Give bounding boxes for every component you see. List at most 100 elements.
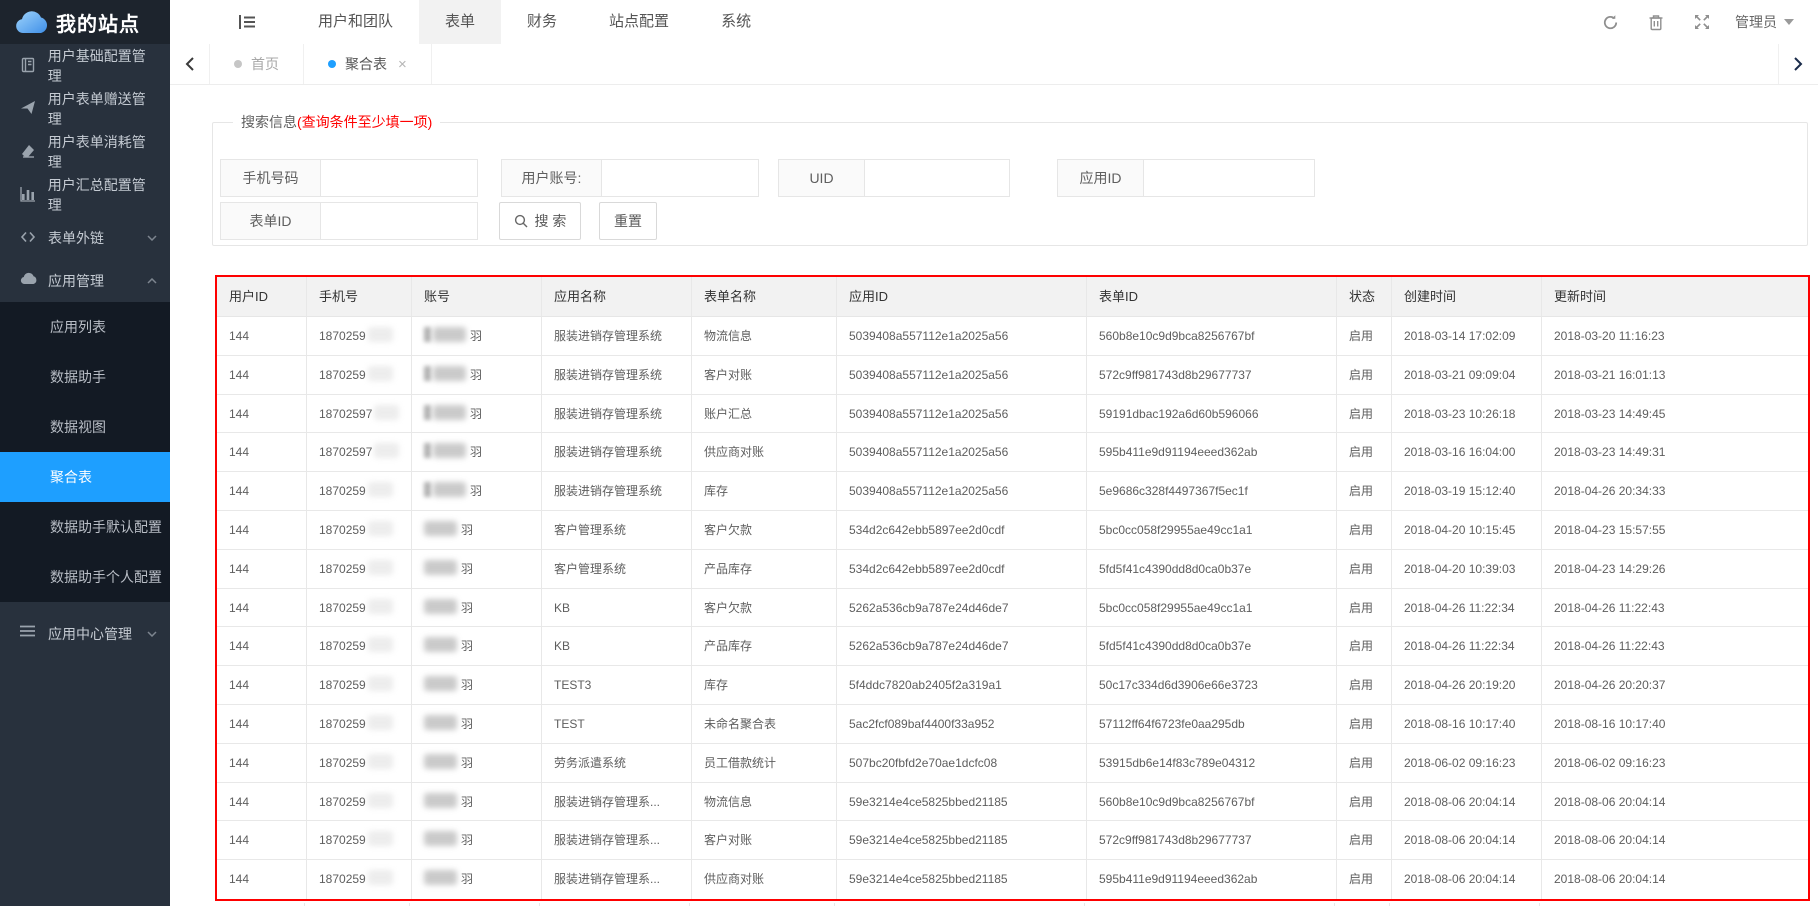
- cell-form-name: 供应商对账: [692, 860, 837, 899]
- sidebar-item-app-center-management[interactable]: 应用中心管理: [0, 612, 170, 655]
- cell-created: 2018-08-06 20:04:14: [1392, 783, 1542, 822]
- cell-app-id: 5039408a557112e1a2025a56: [837, 317, 1087, 356]
- nav-item-finance[interactable]: 财务: [501, 0, 583, 44]
- table-row: 144 1870259 羽 KB 产品库存 5262a536cb9a787e24…: [217, 627, 1808, 666]
- nav-item-system[interactable]: 系统: [695, 0, 777, 44]
- phone-redaction: [368, 831, 393, 846]
- cell-account: 羽: [412, 783, 542, 822]
- sidebar-subitem-assistant-default-config[interactable]: 数据助手默认配置: [0, 502, 170, 552]
- app-id-field-label: 应用ID: [1058, 160, 1144, 196]
- sidebar-item-label: 用户汇总配置管理: [48, 175, 158, 215]
- account-fragment: [424, 443, 431, 458]
- search-panel-title: 搜索信息(查询条件至少填一项): [233, 112, 440, 132]
- cell-form-id: 59191dbac192a6d60b596066: [1087, 395, 1337, 434]
- menu-icon: [20, 625, 37, 642]
- account-redaction: [424, 715, 457, 730]
- sidebar: 用户基础配置管理 用户表单赠送管理 用户表单消耗管理 用户汇总配置管理: [0, 44, 170, 906]
- phone-redaction: [374, 443, 399, 458]
- cell-user-id: 144: [217, 317, 307, 356]
- col-header-updated: 更新时间: [1542, 277, 1808, 317]
- phone-input[interactable]: [321, 160, 477, 196]
- phone-redaction: [368, 327, 393, 342]
- tab-home[interactable]: 首页: [210, 44, 304, 84]
- cell-account: 羽: [412, 356, 542, 395]
- cell-updated: 2018-08-06 20:04:14: [1542, 783, 1808, 822]
- account-input[interactable]: [602, 160, 758, 196]
- tabs-scroll-left-icon[interactable]: [170, 44, 210, 84]
- cell-phone: 18702597: [307, 395, 412, 434]
- cell-user-id: 144: [217, 356, 307, 395]
- cell-created: 2018-04-26 11:22:34: [1392, 627, 1542, 666]
- cell-phone: 1870259: [307, 783, 412, 822]
- cell-account: 羽: [412, 666, 542, 705]
- sidebar-subitem-assistant-personal-config[interactable]: 数据助手个人配置: [0, 552, 170, 602]
- cell-form-id: 595b411e9d91194eeed362ab: [1087, 433, 1337, 472]
- cell-updated: 2018-08-06 20:04:14: [1542, 821, 1808, 860]
- phone-redaction: [368, 676, 393, 691]
- search-button[interactable]: 搜 索: [499, 202, 581, 240]
- nav-item-site-config[interactable]: 站点配置: [583, 0, 695, 44]
- bar-chart-icon: [20, 186, 37, 203]
- nav-item-forms[interactable]: 表单: [419, 0, 501, 44]
- fullscreen-icon[interactable]: [1679, 0, 1725, 44]
- admin-dropdown[interactable]: 管理员: [1725, 12, 1804, 32]
- cell-user-id: 144: [217, 744, 307, 783]
- cell-account: 羽: [412, 395, 542, 434]
- sidebar-subitem-data-assistant[interactable]: 数据助手: [0, 352, 170, 402]
- app-id-input[interactable]: [1144, 160, 1314, 196]
- phone-redaction: [368, 870, 393, 885]
- cell-phone: 18702597: [307, 433, 412, 472]
- sidebar-item-user-form-consume[interactable]: 用户表单消耗管理: [0, 130, 170, 173]
- chevron-down-icon: [1784, 19, 1794, 25]
- cell-form-name: 员工借款统计: [692, 744, 837, 783]
- cell-created: 2018-04-26 11:22:34: [1392, 589, 1542, 628]
- app-id-field-group: 应用ID: [1057, 159, 1315, 197]
- cell-account: 羽: [412, 744, 542, 783]
- cell-created: 2018-08-06 20:04:14: [1392, 860, 1542, 899]
- table-row: 144 1870259 羽 客户管理系统 客户欠款 534d2c642ebb58…: [217, 511, 1808, 550]
- sidebar-item-app-management[interactable]: 应用管理: [0, 259, 170, 302]
- search-panel: 搜索信息(查询条件至少填一项) 手机号码 用户账号: UID 应用ID 表单ID: [212, 112, 1808, 246]
- cell-user-id: 144: [217, 627, 307, 666]
- account-field-label: 用户账号:: [502, 160, 602, 196]
- cell-account: 羽: [412, 821, 542, 860]
- phone-redaction: [368, 754, 393, 769]
- sidebar-item-user-summary-config[interactable]: 用户汇总配置管理: [0, 173, 170, 216]
- sidebar-subitem-app-list[interactable]: 应用列表: [0, 302, 170, 352]
- tab-aggregate-table[interactable]: 聚合表 ×: [304, 44, 432, 84]
- sidebar-subitem-data-view[interactable]: 数据视图: [0, 402, 170, 452]
- cell-phone: 1870259: [307, 744, 412, 783]
- close-icon[interactable]: ×: [398, 56, 407, 73]
- sidebar-item-user-basic-config[interactable]: 用户基础配置管理: [0, 44, 170, 87]
- tab-dot-icon: [234, 60, 242, 68]
- reset-button[interactable]: 重置: [599, 202, 657, 240]
- sidebar-item-label: 用户表单赠送管理: [48, 89, 158, 129]
- trash-icon[interactable]: [1633, 0, 1679, 44]
- cell-updated: 2018-04-26 20:20:37: [1542, 666, 1808, 705]
- tab-label: 聚合表: [345, 54, 387, 74]
- phone-field-label: 手机号码: [221, 160, 321, 196]
- sidebar-item-user-form-gift[interactable]: 用户表单赠送管理: [0, 87, 170, 130]
- cell-user-id: 144: [217, 666, 307, 705]
- phone-redaction: [374, 405, 399, 420]
- sidebar-subitem-aggregate-table[interactable]: 聚合表: [0, 452, 170, 502]
- uid-input[interactable]: [865, 160, 1009, 196]
- notebook-icon: [20, 57, 37, 74]
- sidebar-collapse-icon[interactable]: [230, 0, 264, 44]
- cell-app-name: 服装进销存管理系...: [542, 821, 692, 860]
- cell-form-id: 5bc0cc058f29955ae49cc1a1: [1087, 589, 1337, 628]
- form-id-input[interactable]: [321, 203, 477, 239]
- phone-redaction: [368, 715, 393, 730]
- cell-form-name: 账户汇总: [692, 395, 837, 434]
- cell-app-id: 534d2c642ebb5897ee2d0cdf: [837, 550, 1087, 589]
- tabs-scroll-right-icon[interactable]: [1778, 44, 1818, 84]
- cell-app-name: 劳务派遣系统: [542, 744, 692, 783]
- brand-logo[interactable]: 我的站点: [0, 0, 170, 44]
- refresh-icon[interactable]: [1587, 0, 1633, 44]
- sidebar-item-form-external-link[interactable]: 表单外链: [0, 216, 170, 259]
- cell-updated: 2018-03-23 14:49:31: [1542, 433, 1808, 472]
- cell-status: 启用: [1337, 821, 1392, 860]
- nav-item-users-teams[interactable]: 用户和团队: [292, 0, 419, 44]
- eraser-icon: [20, 143, 37, 160]
- table-row: 144 1870259 羽 服装进销存管理系统 客户对账 5039408a557…: [217, 356, 1808, 395]
